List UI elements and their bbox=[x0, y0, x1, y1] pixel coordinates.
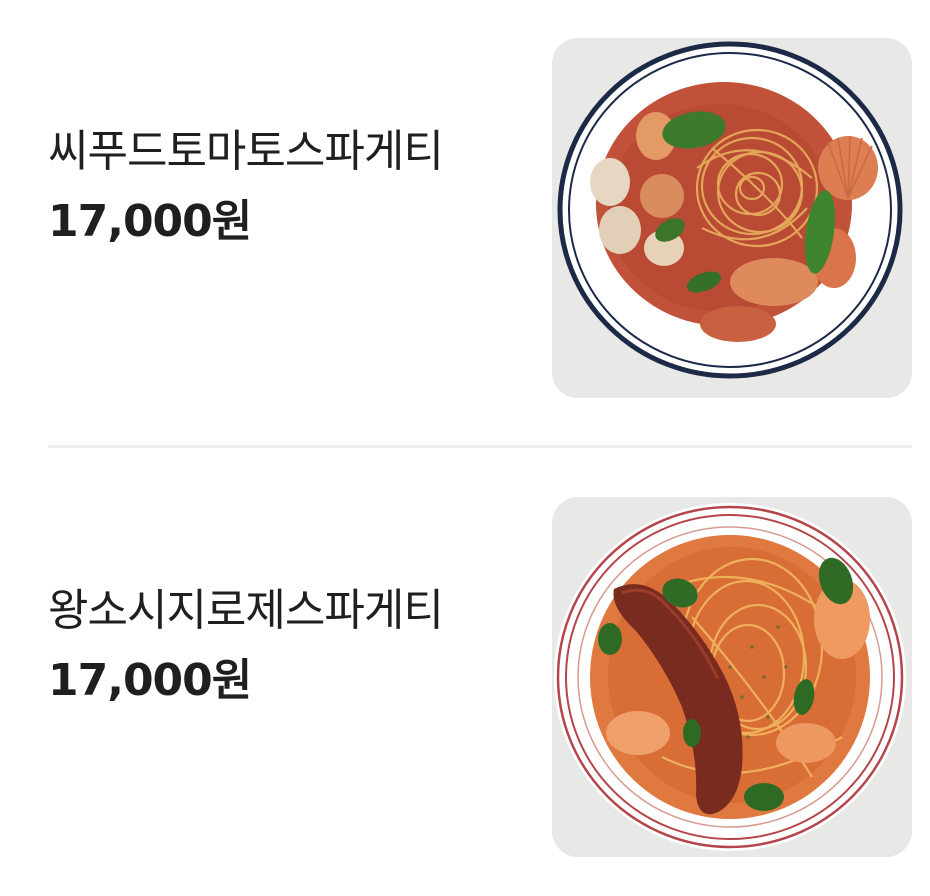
menu-list: 씨푸드토마토스파게티 17,000원 왕소시지로제스파게티 17,000원 bbox=[0, 0, 930, 896]
menu-item[interactable]: 씨푸드토마토스파게티 17,000원 bbox=[48, 38, 912, 398]
menu-divider bbox=[48, 445, 912, 448]
seafood-tomato-pasta-photo[interactable] bbox=[552, 38, 912, 398]
menu-item[interactable]: 왕소시지로제스파게티 17,000원 bbox=[48, 497, 912, 857]
menu-item-name: 왕소시지로제스파게티 bbox=[48, 585, 444, 636]
sausage-rose-pasta-photo[interactable] bbox=[552, 497, 912, 857]
menu-item-text: 왕소시지로제스파게티 17,000원 bbox=[48, 579, 468, 711]
menu-item-price: 17,000원 bbox=[48, 196, 252, 247]
menu-item-text: 씨푸드토마토스파게티 17,000원 bbox=[48, 120, 468, 252]
menu-item-name: 씨푸드토마토스파게티 bbox=[48, 126, 444, 177]
menu-item-price: 17,000원 bbox=[48, 655, 252, 706]
